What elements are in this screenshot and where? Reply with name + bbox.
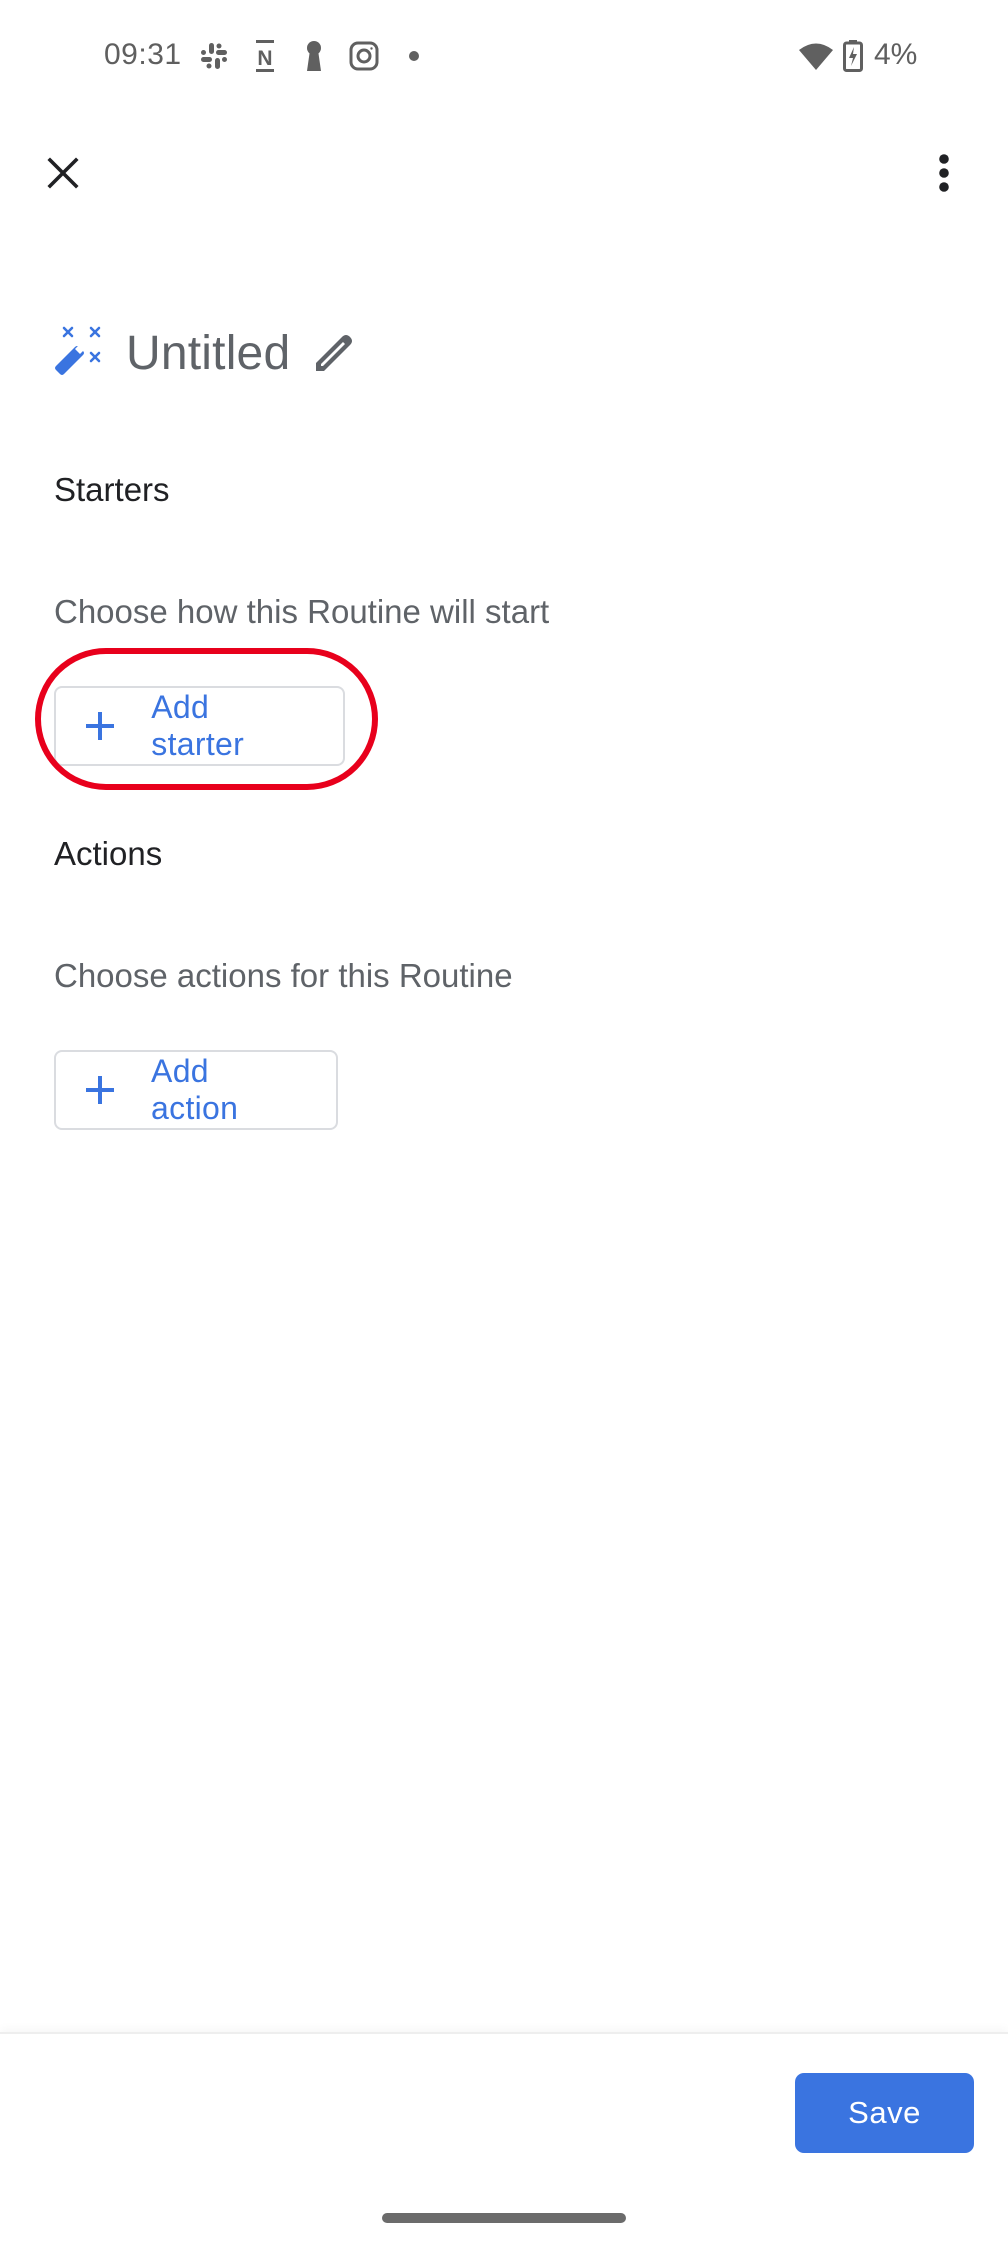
starters-description: Choose how this Routine will start	[54, 593, 550, 630]
add-starter-button[interactable]: Add starter	[54, 686, 345, 766]
actions-description: Choose actions for this Routine	[54, 957, 513, 994]
battery-percent: 4%	[874, 38, 918, 71]
notion-icon: N	[249, 40, 281, 72]
add-action-button[interactable]: Add action	[54, 1050, 338, 1130]
plus-icon	[86, 1076, 115, 1104]
routine-title: Untitled	[126, 326, 291, 380]
plus-icon	[86, 712, 115, 740]
svg-text:N: N	[257, 47, 272, 70]
more-vert-icon	[938, 153, 950, 198]
wifi-icon	[796, 40, 836, 72]
slack-icon	[198, 40, 230, 72]
battery-charging-icon	[842, 40, 864, 72]
actions-heading: Actions	[54, 835, 163, 872]
more-options-button[interactable]	[908, 139, 980, 211]
magic-wand-icon	[54, 326, 104, 381]
close-icon	[46, 156, 80, 195]
instagram-icon	[348, 40, 380, 72]
more-dot-icon	[398, 40, 430, 72]
close-button[interactable]	[27, 139, 99, 211]
save-button[interactable]: Save	[795, 2073, 974, 2153]
starters-heading: Starters	[54, 471, 170, 508]
add-starter-label: Add starter	[151, 689, 245, 762]
status-bar: 09:31 N 4%	[0, 0, 1008, 114]
keyhole-icon	[298, 40, 330, 72]
pencil-icon	[312, 329, 356, 378]
add-action-label: Add action	[151, 1053, 239, 1126]
routine-title-row: Untitled	[54, 318, 356, 388]
status-time: 09:31	[104, 38, 182, 71]
edit-title-button[interactable]	[312, 329, 356, 378]
home-indicator[interactable]	[382, 2213, 626, 2223]
